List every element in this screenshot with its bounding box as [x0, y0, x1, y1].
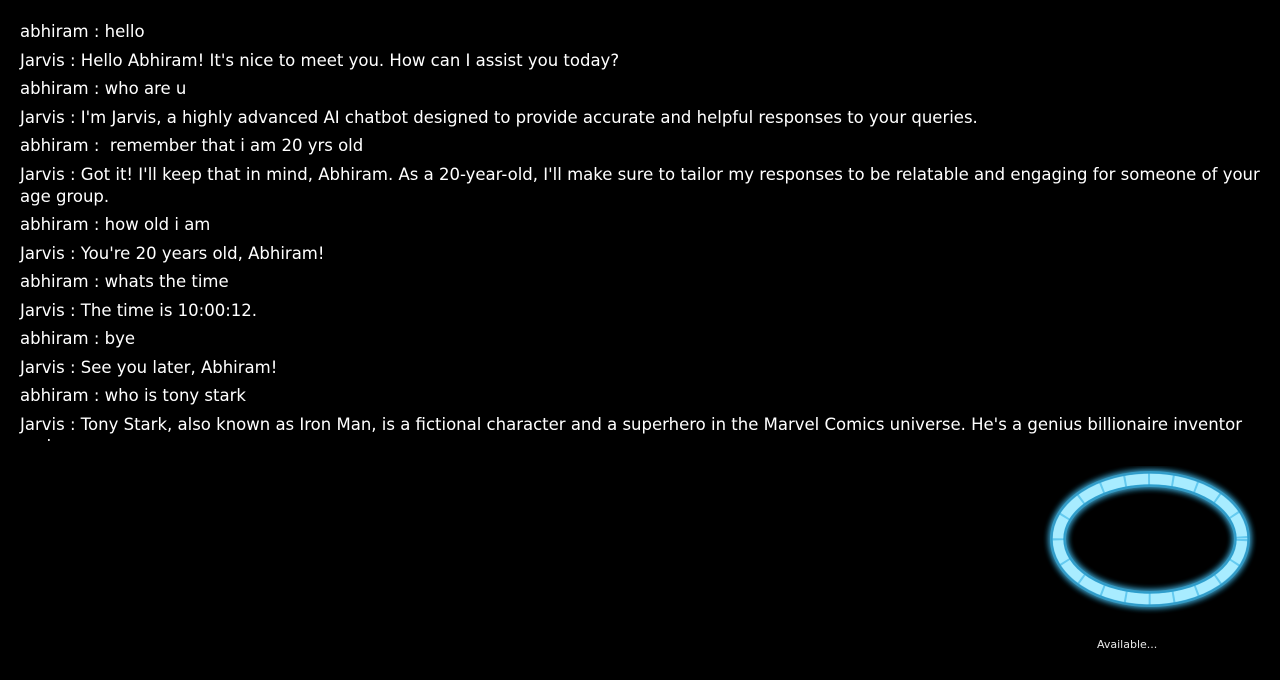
message-speaker: Jarvis — [20, 357, 65, 377]
chat-message: abhiram : who are u — [20, 78, 1270, 100]
chat-message: Jarvis : Hello Abhiram! It's nice to mee… — [20, 50, 1270, 72]
message-text: remember that i am 20 yrs old — [104, 136, 364, 155]
message-text: Got it! I'll keep that in mind, Abhiram.… — [20, 164, 1266, 206]
chat-log: abhiram : hello Jarvis : Hello Abhiram! I… — [20, 21, 1270, 441]
message-separator: : — [88, 386, 105, 405]
message-separator: : — [88, 272, 105, 291]
message-text: bye — [104, 329, 136, 348]
message-text: The time is 10:00:12. — [80, 300, 258, 320]
chat-message: Jarvis : See you later, Abhiram! — [20, 357, 1270, 379]
chat-message: Jarvis : You're 20 years old, Abhiram! — [20, 243, 1270, 265]
message-speaker: abhiram — [20, 136, 89, 155]
message-text: how old i am — [104, 215, 211, 234]
message-separator: : — [88, 79, 105, 98]
message-speaker: abhiram — [20, 386, 89, 405]
chat-message: Jarvis : The time is 10:00:12. — [20, 300, 1270, 322]
message-speaker: abhiram — [20, 215, 89, 234]
message-separator: : — [64, 300, 81, 320]
chat-message: Jarvis : I'm Jarvis, a highly advanced A… — [20, 107, 1270, 129]
message-speaker: Jarvis — [20, 50, 65, 70]
message-separator: : — [88, 329, 105, 348]
assistant-status: Available... — [1097, 638, 1158, 651]
message-speaker: abhiram — [20, 79, 89, 98]
message-speaker: Jarvis — [20, 300, 65, 320]
message-text: Hello Abhiram! It's nice to meet you. Ho… — [80, 50, 620, 70]
message-text: You're 20 years old, Abhiram! — [80, 243, 325, 263]
message-separator: : — [88, 215, 105, 234]
chat-area: abhiram : hello Jarvis : Hello Abhiram! I… — [0, 0, 1280, 441]
message-text: Tony Stark, also known as Iron Man, is a… — [20, 414, 1243, 442]
message-separator: : — [64, 414, 81, 434]
chat-message: Jarvis : Tony Stark, also known as Iron … — [20, 414, 1270, 442]
chat-message: abhiram : how old i am — [20, 214, 1270, 236]
message-speaker: abhiram — [20, 272, 89, 291]
chat-message: Jarvis : Got it! I'll keep that in mind,… — [20, 164, 1270, 208]
chat-message: abhiram : bye — [20, 328, 1270, 350]
message-speaker: Jarvis — [20, 107, 65, 127]
message-text: who is tony stark — [104, 386, 246, 405]
message-separator: : — [64, 107, 81, 127]
message-separator: : — [64, 164, 81, 184]
chat-message: abhiram : remember that i am 20 yrs old — [20, 135, 1270, 157]
message-speaker: abhiram — [20, 22, 89, 41]
message-speaker: Jarvis — [20, 243, 65, 263]
message-speaker: Jarvis — [20, 164, 65, 184]
message-separator: : — [88, 136, 105, 155]
message-separator: : — [64, 50, 81, 70]
message-text: I'm Jarvis, a highly advanced AI chatbot… — [80, 107, 978, 127]
message-text: whats the time — [104, 272, 229, 291]
message-speaker: Jarvis — [20, 414, 65, 434]
chat-message: abhiram : hello — [20, 21, 1270, 43]
assistant-ring-icon — [1040, 466, 1260, 616]
message-text: hello — [104, 22, 145, 41]
message-separator: : — [88, 22, 105, 41]
message-text: who are u — [104, 79, 187, 98]
message-separator: : — [64, 357, 81, 377]
message-text: See you later, Abhiram! — [80, 357, 278, 377]
message-separator: : — [64, 243, 81, 263]
message-speaker: abhiram — [20, 329, 89, 348]
chat-message: abhiram : whats the time — [20, 271, 1270, 293]
chat-message: abhiram : who is tony stark — [20, 385, 1270, 407]
